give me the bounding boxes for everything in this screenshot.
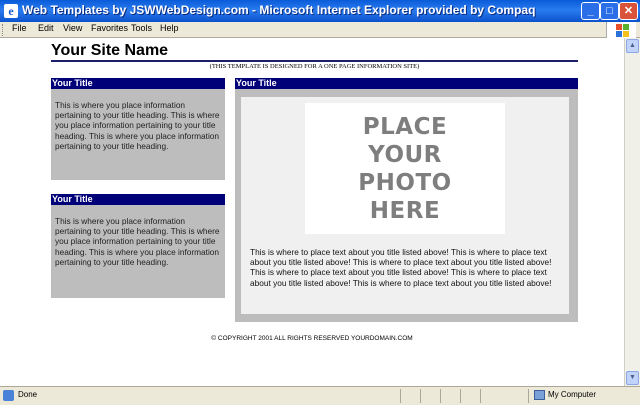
menu-tools[interactable]: Tools <box>131 23 152 33</box>
status-divider <box>400 389 401 403</box>
ie-icon: e <box>4 4 18 18</box>
window-title: Web Templates by JSWWebDesign.com - Micr… <box>22 3 536 17</box>
scroll-up-icon[interactable]: ▲ <box>626 39 639 53</box>
my-computer-icon <box>534 390 545 400</box>
site-name: Your Site Name <box>51 42 169 59</box>
copyright-text: © COPYRIGHT 2001 ALL RIGHTS RESERVED YOU… <box>211 335 413 342</box>
minimize-button[interactable]: _ <box>581 2 600 20</box>
sidebar-box-title: Your Title <box>51 194 225 205</box>
site-subtitle: (THIS TEMPLATE IS DESIGNED FOR A ONE PAG… <box>209 63 420 70</box>
main-body-text: This is where to place text about you ti… <box>250 247 552 288</box>
windows-logo-icon <box>606 22 636 38</box>
status-divider <box>420 389 421 403</box>
maximize-button[interactable]: □ <box>600 2 619 20</box>
main-title: Your Title <box>235 78 578 89</box>
sidebar-box-2: Your Title This is where you place infor… <box>51 194 225 298</box>
status-bar: Done My Computer <box>0 386 640 405</box>
sidebar-box-1: Your Title This is where you place infor… <box>51 78 225 180</box>
status-divider <box>440 389 441 403</box>
security-zone: My Computer <box>548 390 597 399</box>
main-content-inner: PLACE YOUR PHOTO HERE This is where to p… <box>241 97 569 314</box>
vertical-scrollbar[interactable]: ▲ ▼ <box>624 38 640 386</box>
menu-file[interactable]: File <box>12 23 27 33</box>
status-divider <box>528 389 529 403</box>
page-viewport[interactable]: Your Site Name (THIS TEMPLATE IS DESIGNE… <box>0 38 624 386</box>
status-divider <box>460 389 461 403</box>
menu-bar: File Edit View Favorites Tools Help <box>0 22 640 38</box>
photo-placeholder: PLACE YOUR PHOTO HERE <box>305 103 505 234</box>
status-text: Done <box>18 390 38 399</box>
page-done-icon <box>3 390 14 401</box>
menu-edit[interactable]: Edit <box>38 23 54 33</box>
window-titlebar[interactable]: e Web Templates by JSWWebDesign.com - Mi… <box>0 0 640 22</box>
scroll-down-icon[interactable]: ▼ <box>626 371 639 385</box>
toolbar-grip[interactable] <box>2 24 6 36</box>
sidebar-box-title: Your Title <box>51 78 225 89</box>
menu-favorites[interactable]: Favorites <box>91 23 128 33</box>
menu-help[interactable]: Help <box>160 23 179 33</box>
photo-placeholder-text: PLACE YOUR PHOTO HERE <box>358 113 452 224</box>
sidebar-box-text: This is where you place information pert… <box>55 216 220 267</box>
menu-view[interactable]: View <box>63 23 82 33</box>
main-content-box: PLACE YOUR PHOTO HERE This is where to p… <box>235 89 578 322</box>
header-rule <box>51 60 578 62</box>
close-button[interactable]: ✕ <box>619 2 638 20</box>
status-divider <box>480 389 481 403</box>
sidebar-box-text: This is where you place information pert… <box>55 100 220 151</box>
